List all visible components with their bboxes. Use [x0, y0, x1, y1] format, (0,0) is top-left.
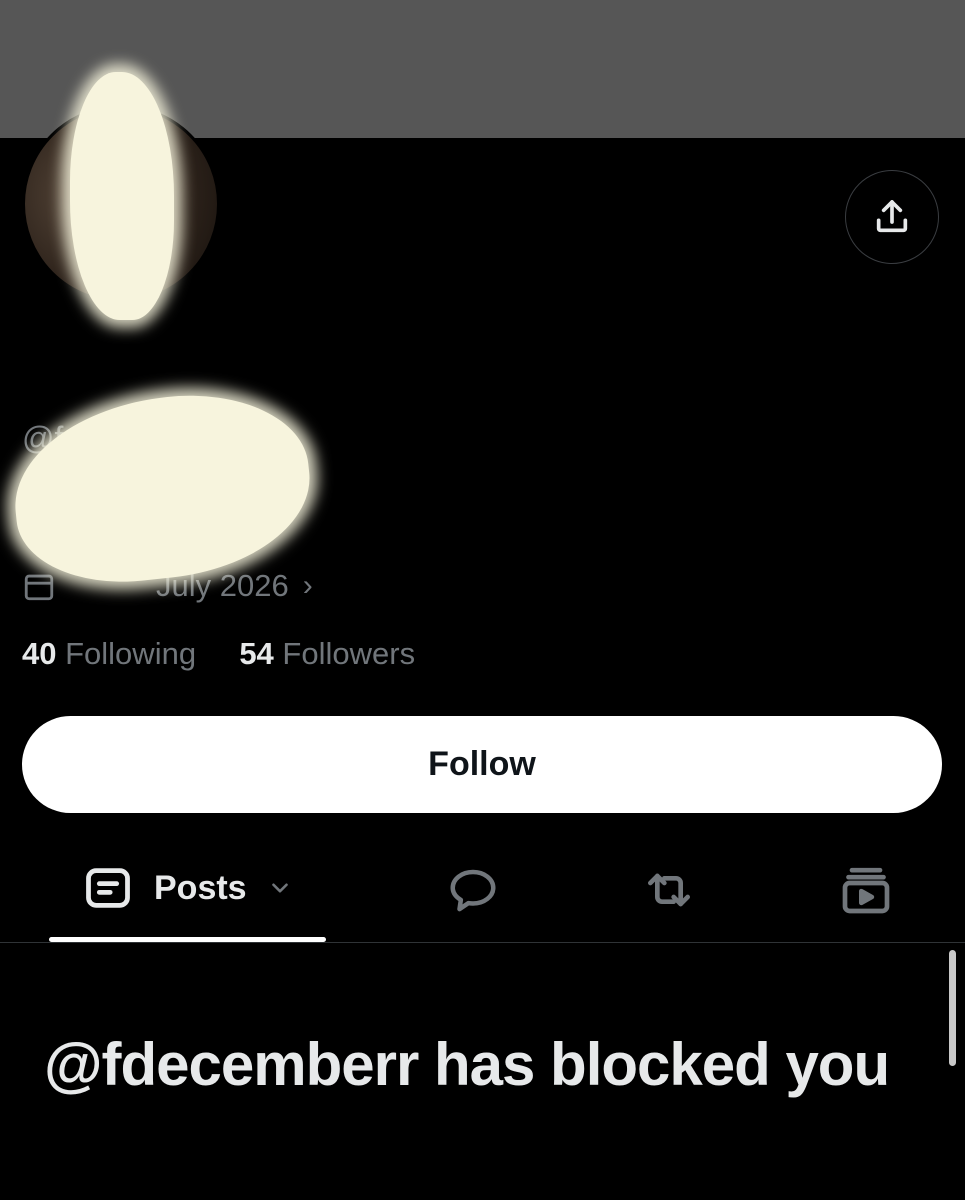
tab-media[interactable]	[838, 862, 894, 918]
posts-icon	[86, 868, 130, 908]
following-link[interactable]: 40 Following	[22, 636, 205, 671]
followers-label: Followers	[282, 636, 416, 671]
share-button[interactable]	[845, 170, 939, 264]
redaction-blur	[70, 72, 174, 320]
tab-posts-label: Posts	[154, 868, 247, 907]
following-label: Following	[65, 636, 197, 671]
share-icon	[876, 200, 908, 233]
calendar-icon	[24, 574, 54, 601]
follow-button[interactable]: Follow	[22, 716, 942, 813]
media-icon	[842, 867, 890, 914]
scrollbar[interactable]	[949, 950, 956, 1066]
tab-replies[interactable]	[445, 862, 501, 918]
reply-icon	[450, 869, 496, 912]
tab-posts[interactable]: Posts	[82, 862, 293, 914]
profile-tabs: Posts	[0, 848, 965, 943]
chevron-right-icon: ›	[302, 569, 313, 602]
tab-reposts[interactable]	[641, 862, 697, 918]
tabs-divider	[0, 942, 965, 943]
redaction-blur	[5, 383, 319, 593]
followers-count: 54	[239, 636, 274, 671]
profile-stats: 40 Following 54 Followers	[22, 636, 415, 672]
repost-icon	[648, 873, 690, 907]
followers-link[interactable]: 54 Followers	[239, 636, 415, 671]
following-count: 40	[22, 636, 57, 671]
blocked-message: @fdecemberr has blocked you	[44, 1031, 890, 1098]
chevron-down-icon	[271, 883, 288, 893]
